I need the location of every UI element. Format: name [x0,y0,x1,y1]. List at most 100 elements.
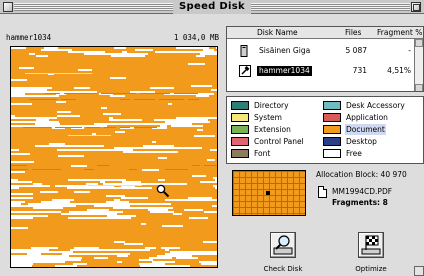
disk-block [72,49,135,51]
disk-block [73,105,125,107]
scroll-down-icon[interactable] [415,84,423,91]
disk-block [168,209,184,211]
disk-block [143,65,206,67]
disk-block [203,155,207,157]
disk-block [84,169,94,170]
disk-block [85,171,147,173]
disk-row[interactable]: Sisäinen Giga 5 087 - [227,42,415,60]
disk-block [96,219,124,221]
disk-block [167,157,180,159]
disk-block [40,177,82,179]
disk-block [163,163,217,165]
disk-block [169,59,217,61]
disk-block [91,263,139,265]
disk-block [51,79,89,81]
column-files[interactable]: Files [345,27,361,38]
disk-block [53,167,112,169]
disk-block [80,227,112,229]
disk-block [84,233,115,235]
disk-block [11,245,58,247]
disk-block [116,227,162,229]
disk-list[interactable]: Disk Name Files Fragment % Sisäinen Giga… [226,26,424,92]
disk-block [92,59,120,61]
column-fragment[interactable]: Fragment % [377,27,422,38]
scroll-up-icon[interactable] [415,39,423,47]
zoom-box-icon[interactable] [411,2,421,12]
disk-block [11,131,68,133]
legend-swatch [323,137,341,146]
disk-block [172,191,191,193]
disk-block [109,103,168,105]
disk-block [125,177,149,179]
disk-row[interactable]: hammer1034 731 4,51% [227,62,415,80]
disk-block [140,209,148,211]
disk-name: Sisäinen Giga [259,46,311,55]
disk-block [45,111,57,113]
disk-block [195,219,217,221]
disk-block [174,87,192,89]
magnifier-disk-icon [270,232,296,258]
disk-block [169,241,203,243]
check-disk-button[interactable]: Check Disk [238,226,328,276]
resize-grip-icon[interactable] [414,266,424,276]
window-title: Speed Disk [173,0,251,14]
disk-block [206,65,217,67]
disk-block [166,115,182,117]
optimize-button[interactable]: Optimize [326,226,416,276]
disk-block [143,243,172,245]
disk-block [127,51,155,53]
disk-block [48,55,111,57]
disk-block [128,255,152,257]
disk-block [11,61,53,63]
disk-block [134,165,138,167]
volume-size: 1 034,0 MB [173,33,219,42]
legend-label: Free [346,149,362,158]
disk-block [142,119,154,121]
disk-name: hammer1034 [257,66,312,76]
disk-block [11,147,60,149]
disk-block [214,93,217,95]
legend-label: Desktop [346,137,377,146]
legend-swatch [231,113,249,122]
disk-block [120,155,173,157]
disk-block [142,131,198,133]
disk-block [173,219,195,221]
disk-block [65,241,114,243]
disk-block [70,85,79,87]
disk-block [29,99,57,100]
disk-block [23,127,51,128]
disk-block [123,73,128,75]
disk-block [130,205,181,207]
disk-block [74,199,114,201]
disk-block [118,163,122,165]
disk-block [85,65,143,67]
disk-block [205,55,217,57]
disk-block [163,97,172,99]
column-disk-name[interactable]: Disk Name [257,27,298,38]
disk-block [50,185,55,187]
disk-block [11,67,19,69]
title-bar[interactable]: Speed Disk [0,0,424,14]
disk-block [97,77,110,79]
disk-block [11,233,18,235]
disk-block [27,267,89,268]
disk-block [188,99,199,100]
disk-list-scrollbar[interactable] [414,39,423,91]
disk-block [155,63,188,65]
disk-block [33,197,45,199]
disk-block [28,229,69,231]
disk-block [202,215,217,217]
legend-swatch [323,101,341,110]
legend-label: Application [346,113,388,122]
close-box-icon[interactable] [3,2,13,12]
disk-block [210,99,217,101]
disk-block [161,135,194,137]
disk-block [98,183,103,185]
disk-block [18,179,34,181]
disk-block [156,241,169,243]
disk-block [120,59,169,61]
disk-block [11,191,40,193]
disk-map[interactable] [10,46,218,268]
disk-block [160,139,213,141]
disk-block [172,103,194,105]
